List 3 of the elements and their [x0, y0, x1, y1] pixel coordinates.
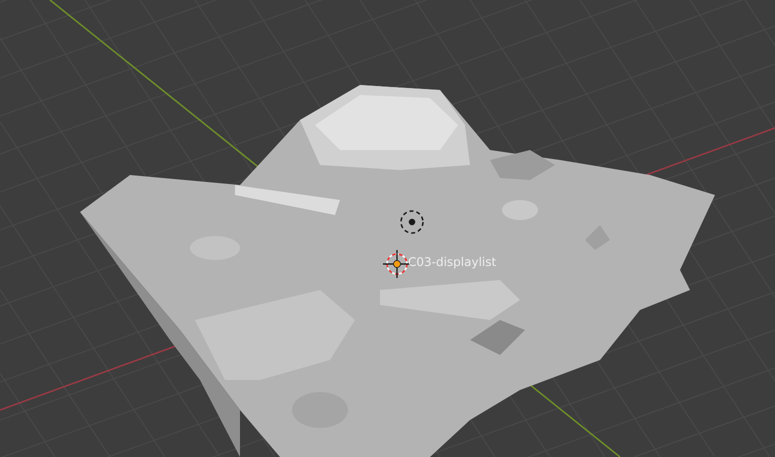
object-name-label: C03-displaylist [408, 255, 496, 269]
light-icon [400, 210, 424, 234]
object-origin-icon [393, 260, 401, 268]
